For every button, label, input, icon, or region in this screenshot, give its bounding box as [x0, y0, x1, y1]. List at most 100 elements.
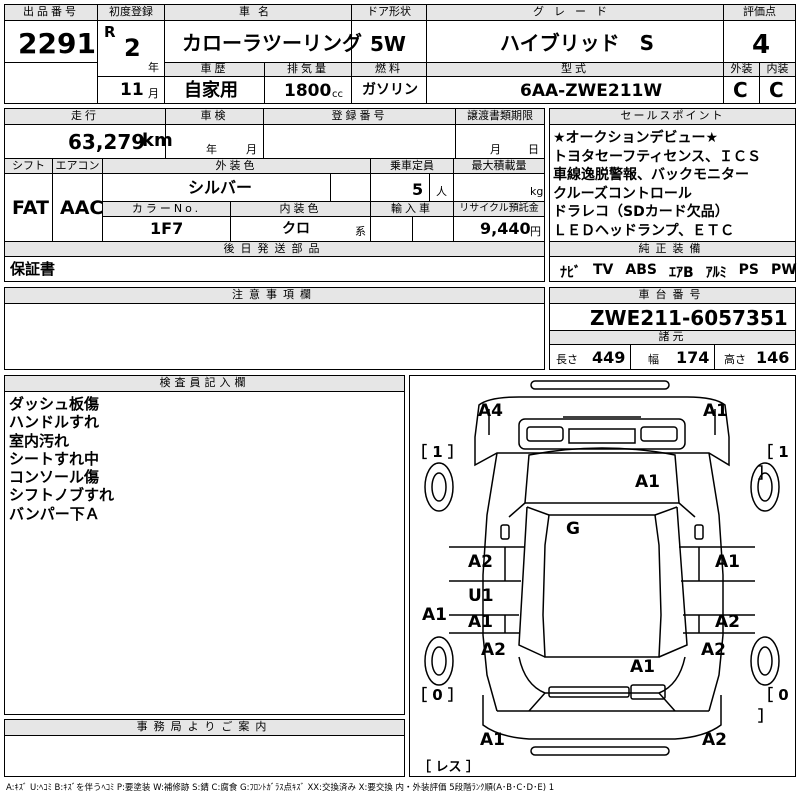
first-reg-label: 初度登録 — [98, 5, 164, 21]
mark-front-right-door: A1 — [715, 552, 740, 572]
mark-front-left-door: A2 — [468, 552, 493, 572]
mark-rear-left-door: A2 — [481, 640, 506, 660]
displacement: 1800 — [284, 81, 332, 101]
mark-rear-right-door: A2 — [701, 640, 726, 660]
mark-rear-left: A1 — [480, 730, 505, 750]
recycle-unit: 円 — [530, 225, 541, 238]
sales-point: 車線逸脱警報、バックモニター — [553, 167, 749, 183]
ac: AAC — [60, 197, 104, 219]
int-color: クロ — [282, 221, 310, 237]
era: R — [104, 23, 116, 41]
equip-tv: TV — [593, 262, 614, 278]
mark-windshield: G — [566, 519, 580, 539]
transfer-day-unit: 日 — [528, 143, 539, 156]
inspection-label: 車検 — [166, 109, 263, 125]
mark-hood: A1 — [635, 472, 660, 492]
height: 146 — [756, 348, 790, 367]
equip-pw: PW — [771, 262, 797, 278]
car-outline — [424, 380, 780, 756]
mark-front-left-corner: A4 — [478, 401, 503, 421]
width: 174 — [676, 348, 710, 367]
ext-color: シルバー — [188, 178, 253, 197]
ext-color-label: 外装色 — [103, 159, 370, 174]
dims-label: 諸元 — [550, 331, 795, 345]
import-label: 輸入車 — [371, 202, 453, 217]
width-label: 幅 — [648, 353, 659, 366]
int-color-label: 内装色 — [231, 202, 370, 217]
length: 449 — [592, 348, 626, 367]
tire-rear-right: ［ 0 ］ — [758, 686, 789, 725]
int-score: C — [769, 78, 784, 102]
sales-point: トヨタセーフティセンス、ＩＣＳ — [553, 148, 762, 165]
car-name: カローラツーリング — [182, 31, 362, 55]
lot-no-label: 出品番号 — [5, 5, 97, 21]
door-type: 5W — [370, 32, 406, 56]
inspector-line: コンソール傷 — [9, 468, 100, 487]
grade-label: グレード — [427, 5, 723, 21]
equip-navi: ﾅﾋﾞ — [560, 265, 581, 281]
chassis-number: ZWE211-6057351 — [590, 306, 788, 330]
inspector-label: 検査員記入欄 — [5, 376, 404, 392]
mark-left-fender: A1 — [422, 605, 447, 625]
fuel-label: 燃料 — [352, 63, 426, 77]
sales-point: ★オークションデビュー★ — [553, 130, 719, 146]
mark-rear-right: A2 — [702, 730, 727, 750]
sales-points-list: ★オークションデビュー★ トヨタセーフティセンス、ＩＣＳ 車線逸脱警報、バックモ… — [553, 129, 761, 240]
mark-right-rear-door: A2 — [715, 612, 740, 632]
later-parts: 保証書 — [10, 260, 56, 278]
equip-alloy: ｱﾙﾐ — [705, 265, 727, 281]
ext-label: 外装 — [724, 63, 759, 77]
model-label: 型式 — [427, 63, 723, 77]
sales-point: クルーズコントロール — [553, 185, 692, 202]
inspector-line: バンパー下Ａ — [9, 504, 100, 523]
month-unit: 月 — [148, 87, 159, 100]
shift: FAT — [12, 197, 49, 219]
reg-month: 11 — [120, 80, 144, 100]
shift-label: シフト — [5, 159, 52, 174]
inspector-lines: ダッシュ板傷 ハンドルすれ 室内汚れ シートすれ中 コンソール傷 シフトノブすれ… — [9, 395, 114, 523]
score-label: 評価点 — [724, 5, 795, 21]
history-label: 車歴 — [165, 63, 264, 77]
recycle-label: リサイクル預託金 — [454, 202, 544, 217]
insp-month-unit: 月 — [246, 143, 257, 156]
fuel: ガソリン — [362, 82, 418, 98]
reg-no-label: 登録番号 — [264, 109, 455, 125]
equip-airbag: ｴｱB — [668, 265, 694, 281]
spare-tire: ［ レス ］ — [418, 760, 480, 775]
overall-score: 4 — [752, 30, 771, 60]
capacity-unit: 人 — [436, 185, 447, 198]
length-label: 長さ — [556, 353, 578, 366]
displacement-label: 排気量 — [265, 63, 351, 77]
equip-ps: PS — [738, 262, 759, 278]
legend: A:ｷｽﾞ U:ﾍｺﾐ B:ｷｽﾞを伴うﾍｺﾐ P:要塗装 W:補修跡 S:錆 … — [6, 783, 555, 793]
chassis-label: 車台番号 — [550, 288, 795, 304]
lot-number: 2291 — [18, 27, 96, 60]
equipment-list: ﾅﾋﾞ TV ABS ｴｱB ｱﾙﾐ PS PW — [560, 262, 797, 282]
mileage-unit: km — [142, 130, 173, 151]
int-label: 内装 — [760, 63, 795, 77]
later-parts-label: 後日発送部品 — [5, 242, 544, 257]
sales-points-label: セールスポイント — [550, 109, 795, 125]
mark-front-right-corner: A1 — [703, 401, 728, 421]
sales-point: ドラレコ（SDカード欠品） — [553, 204, 729, 220]
mark-left-pillar: U1 — [468, 586, 494, 606]
recycle-fee: 9,440 — [480, 219, 531, 238]
color-no-label: カラーNo. — [103, 202, 230, 217]
capacity: 5 — [412, 180, 424, 199]
equip-abs: ABS — [625, 262, 657, 278]
insp-year-unit: 年 — [206, 143, 217, 156]
load-label: 最大積載量 — [454, 159, 544, 174]
inspector-line: ダッシュ板傷 — [9, 395, 100, 413]
height-label: 高さ — [724, 353, 746, 366]
model: 6AA-ZWE211W — [520, 81, 663, 101]
office-label: 事務局よりご案内 — [5, 720, 404, 736]
sales-point: ＬＥＤヘッドランプ、ＥＴＣ — [553, 222, 735, 239]
tire-front-right: ［ 1 ］ — [758, 443, 789, 482]
car-name-label: 車名 — [165, 5, 351, 21]
color-no: 1F7 — [150, 219, 184, 238]
int-color-unit: 系 — [355, 225, 366, 238]
ac-label: エアコン — [53, 159, 102, 174]
history: 自家用 — [184, 80, 238, 101]
mark-left-pillar-2: A1 — [468, 612, 493, 632]
inspector-line: 室内汚れ — [9, 431, 70, 450]
